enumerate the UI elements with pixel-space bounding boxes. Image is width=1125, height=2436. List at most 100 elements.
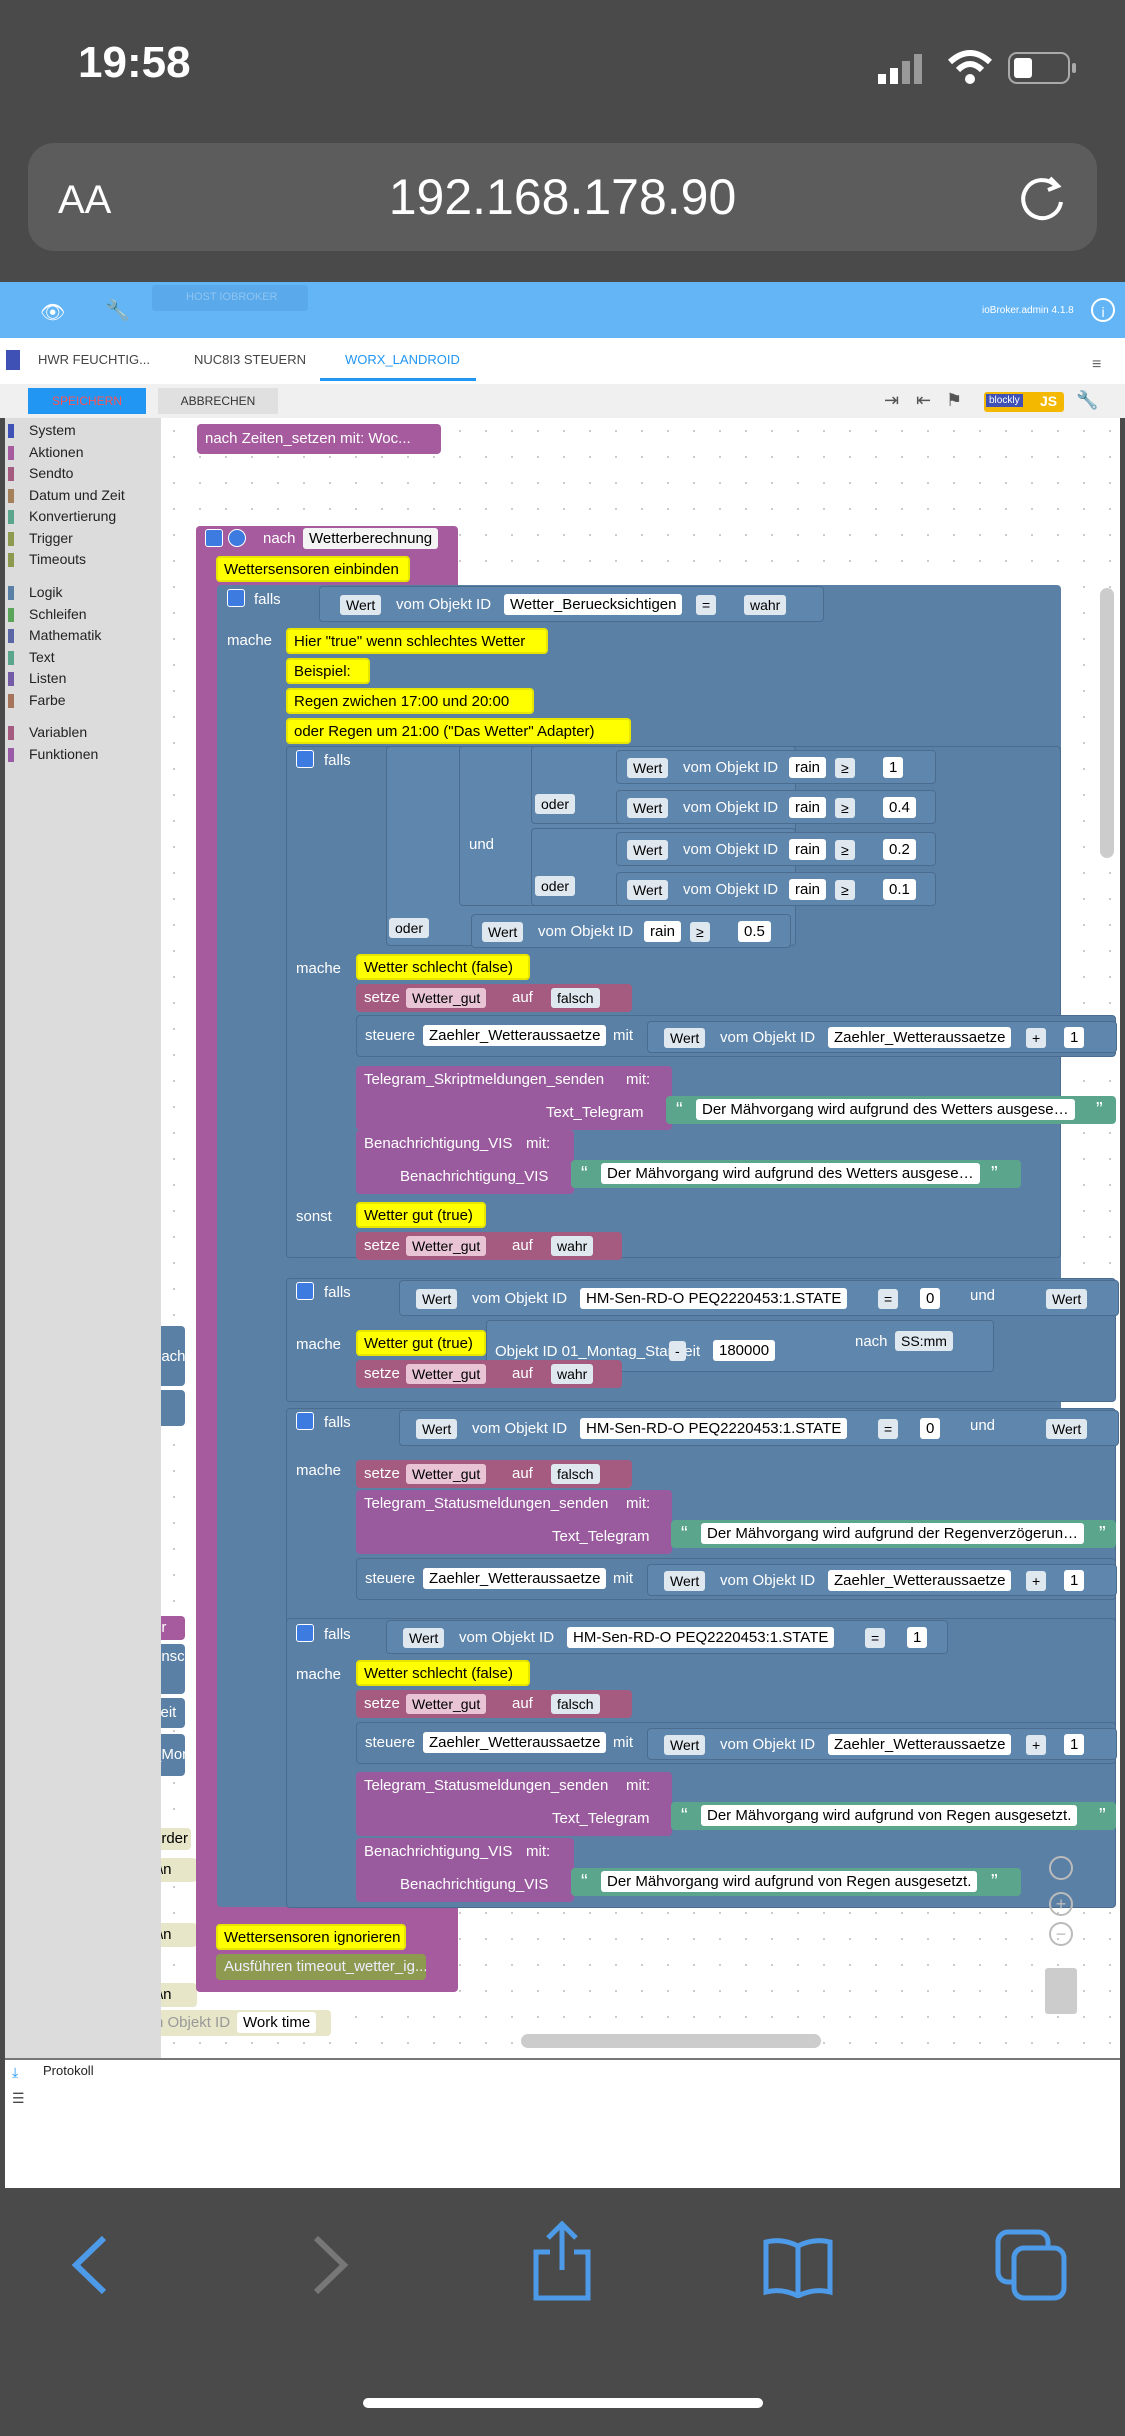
category-timeouts[interactable]: Timeouts [29, 551, 86, 567]
zoom-out-icon[interactable]: − [1049, 1922, 1073, 1946]
wrench-icon[interactable]: 🔧 [105, 298, 130, 323]
category-system[interactable]: System [29, 422, 76, 438]
control-zaehler-1[interactable]: steuere Zaehler_Wetteraussaetze mit Wert… [356, 1015, 1117, 1057]
function-name-field[interactable]: Wetterberechnung [303, 528, 439, 549]
fragment-n3: \n [161, 1983, 197, 2007]
import-icon[interactable]: ⇤ [916, 390, 931, 411]
telegram-status-call-2[interactable]: Telegram_Statusmeldungen_senden mit: Tex… [356, 1772, 672, 1836]
url-text[interactable]: 192.168.178.90 [0, 168, 1125, 226]
control-zaehler-2[interactable]: steuere Zaehler_Wetteraussaetze mit Wert… [356, 1558, 1117, 1600]
comment-beispiel[interactable]: Beispiel: [286, 658, 370, 684]
comment-gut-1[interactable]: Wetter gut (true) [356, 1202, 486, 1228]
cond-rain-3[interactable]: Wert vom Objekt ID rain ≥0.2 [616, 832, 936, 866]
if-rain-gear-icon[interactable] [296, 750, 314, 768]
vertical-scrollbar[interactable] [1100, 588, 1114, 858]
host-selector[interactable]: HOST IOBROKER [152, 285, 308, 311]
math-plus-1[interactable]: Wert vom Objekt ID Zaehler_Wetteraussaet… [647, 1021, 1117, 1053]
cond-rain-5[interactable]: Wert vom Objekt ID rain ≥0.5 [471, 914, 791, 948]
set-wetter-gut-falsch-3[interactable]: setze Wetter_gut auf falsch [356, 1690, 632, 1718]
flag-icon[interactable]: ⚑ [946, 390, 962, 411]
eye-icon[interactable]: 👁 [40, 300, 65, 325]
cancel-button[interactable]: ABBRECHEN [158, 388, 278, 414]
tab-nuc[interactable]: NUC8I3 STEUERN [194, 352, 306, 367]
text-wetter-2[interactable]: “ Der Mähvorgang wird aufgrund des Wette… [571, 1160, 1021, 1188]
comment-true[interactable]: Hier "true" wenn schlechtes Wetter [286, 628, 548, 654]
comment-ignorieren[interactable]: Wettersensoren ignorieren [216, 1924, 406, 1950]
back-icon[interactable] [60, 2230, 120, 2300]
category-color-marker [8, 553, 14, 567]
info-icon[interactable]: i [1091, 298, 1115, 322]
text-regen-1[interactable]: “ Der Mähvorgang wird aufgrund von Regen… [671, 1802, 1116, 1830]
category-text[interactable]: Text [29, 649, 55, 665]
call-zeiten-setzen[interactable]: nach Zeiten_setzen mit: Woc... [197, 424, 441, 454]
cond-rain-2[interactable]: Wert vom Objekt ID rain ≥0.4 [616, 790, 936, 824]
log-list-icon[interactable]: ☰ [12, 2090, 25, 2107]
category-trigger[interactable]: Trigger [29, 530, 73, 546]
blockly-js-toggle[interactable]: blockly JS [984, 392, 1064, 412]
category-logik[interactable]: Logik [29, 584, 62, 600]
control-zaehler-3[interactable]: steuere Zaehler_Wetteraussaetze mit Wert… [356, 1722, 1117, 1764]
blockly-workspace[interactable]: nach Zeiten_setzen mit: Woc... nach er e… [161, 418, 1120, 2058]
benach-vis-call-1[interactable]: Benachrichtigung_VIS mit: Benachrichtigu… [356, 1130, 574, 1194]
tab-worx[interactable]: WORX_LANDROID [345, 352, 460, 367]
text-wetter-1[interactable]: “ Der Mähvorgang wird aufgrund des Wette… [666, 1096, 1116, 1124]
trash-icon[interactable] [1045, 1968, 1077, 2014]
category-listen[interactable]: Listen [29, 670, 66, 686]
if-gear-icon[interactable] [227, 589, 245, 607]
comment-wettersensoren[interactable]: Wettersensoren einbinden [216, 556, 410, 582]
tab-menu-icon[interactable]: ≡ [1092, 356, 1101, 374]
comment-gut-2[interactable]: Wetter gut (true) [356, 1330, 486, 1356]
benach-vis-call-2[interactable]: Benachrichtigung_VIS mit: Benachrichtigu… [356, 1838, 574, 1902]
if-sensor2-gear-icon[interactable] [296, 1412, 314, 1430]
tab-hwr[interactable]: HWR FEUCHTIG... [38, 352, 150, 367]
run-timeout-block[interactable]: Ausführen timeout_wetter_ig... [216, 1954, 427, 1980]
category-datum-und-zeit[interactable]: Datum und Zeit [29, 487, 125, 503]
category-variablen[interactable]: Variablen [29, 724, 87, 740]
telegram-skript-call[interactable]: Telegram_Skriptmeldungen_senden mit: Tex… [356, 1066, 672, 1130]
export-icon[interactable]: ⇥ [884, 390, 899, 411]
comment-schlecht-1[interactable]: Wetter schlecht (false) [356, 954, 530, 980]
category-aktionen[interactable]: Aktionen [29, 444, 83, 460]
if-sensor1-gear-icon[interactable] [296, 1282, 314, 1300]
category-color-marker [8, 532, 14, 546]
worktime-block[interactable]: n Objekt ID Work time [161, 2010, 331, 2036]
category-funktionen[interactable]: Funktionen [29, 746, 98, 762]
help-icon[interactable] [228, 529, 246, 547]
cond-rain-4[interactable]: Wert vom Objekt ID rain ≥0.1 [616, 872, 936, 906]
save-button[interactable]: SPEICHERN [28, 388, 146, 414]
cond-hm-2[interactable]: Wert vom Objekt ID HM-Sen-RD-O PEQ222045… [399, 1410, 1119, 1446]
telegram-status-call-1[interactable]: Telegram_Statusmeldungen_senden mit: Tex… [356, 1490, 672, 1554]
category-sendto[interactable]: Sendto [29, 465, 73, 481]
horizontal-scrollbar[interactable] [521, 2034, 821, 2048]
set-wetter-gut-falsch-1[interactable]: setze Wetter_gut auf falsch [356, 984, 632, 1012]
cond-hm-1[interactable]: Wert vom Objekt ID HM-Sen-RD-O PEQ222045… [399, 1280, 1119, 1316]
gear-icon[interactable] [205, 529, 223, 547]
set-wetter-gut-wahr-2[interactable]: setze Wetter_gut auf wahr [356, 1360, 622, 1388]
cond-wert-berueck[interactable]: Wert vom Objekt ID Wetter_Beruecksichtig… [319, 586, 824, 622]
menu-icon[interactable] [6, 350, 20, 370]
text-regen-2[interactable]: “ Der Mähvorgang wird aufgrund von Regen… [571, 1868, 1021, 1896]
category-konvertierung[interactable]: Konvertierung [29, 508, 116, 524]
set-wetter-gut-falsch-2[interactable]: setze Wetter_gut auf falsch [356, 1460, 632, 1488]
category-mathematik[interactable]: Mathematik [29, 627, 101, 643]
category-farbe[interactable]: Farbe [29, 692, 66, 708]
reload-icon[interactable] [1016, 172, 1068, 224]
category-schleifen[interactable]: Schleifen [29, 606, 87, 622]
set-wetter-gut-wahr-1[interactable]: setze Wetter_gut auf wahr [356, 1232, 622, 1260]
if-sensor3-gear-icon[interactable] [296, 1624, 314, 1642]
bookmarks-icon[interactable] [762, 2236, 834, 2299]
comment-regen[interactable]: Regen zwichen 17:00 und 20:00 [286, 688, 534, 714]
math-plus-3[interactable]: Wert vom Objekt ID Zaehler_Wetteraussaet… [647, 1728, 1117, 1760]
math-plus-2[interactable]: Wert vom Objekt ID Zaehler_Wetteraussaet… [647, 1564, 1117, 1596]
tabs-icon[interactable] [994, 2228, 1070, 2304]
cond-rain-1[interactable]: Wert vom Objekt ID rain ≥1 [616, 750, 936, 784]
zoom-in-icon[interactable]: + [1049, 1892, 1073, 1916]
cond-hm-3[interactable]: Wert vom Objekt ID HM-Sen-RD-O PEQ222045… [386, 1620, 948, 1654]
share-icon[interactable] [530, 2220, 594, 2302]
comment-schlecht-2[interactable]: Wetter schlecht (false) [356, 1660, 530, 1686]
settings-wrench-icon[interactable]: 🔧 [1076, 390, 1098, 411]
text-regenverz[interactable]: “ Der Mähvorgang wird aufgrund der Regen… [671, 1520, 1116, 1548]
log-download-icon[interactable]: ⤓ [12, 2064, 18, 2081]
center-icon[interactable] [1049, 1856, 1073, 1880]
comment-oder[interactable]: oder Regen um 21:00 ("Das Wetter" Adapte… [286, 718, 631, 744]
